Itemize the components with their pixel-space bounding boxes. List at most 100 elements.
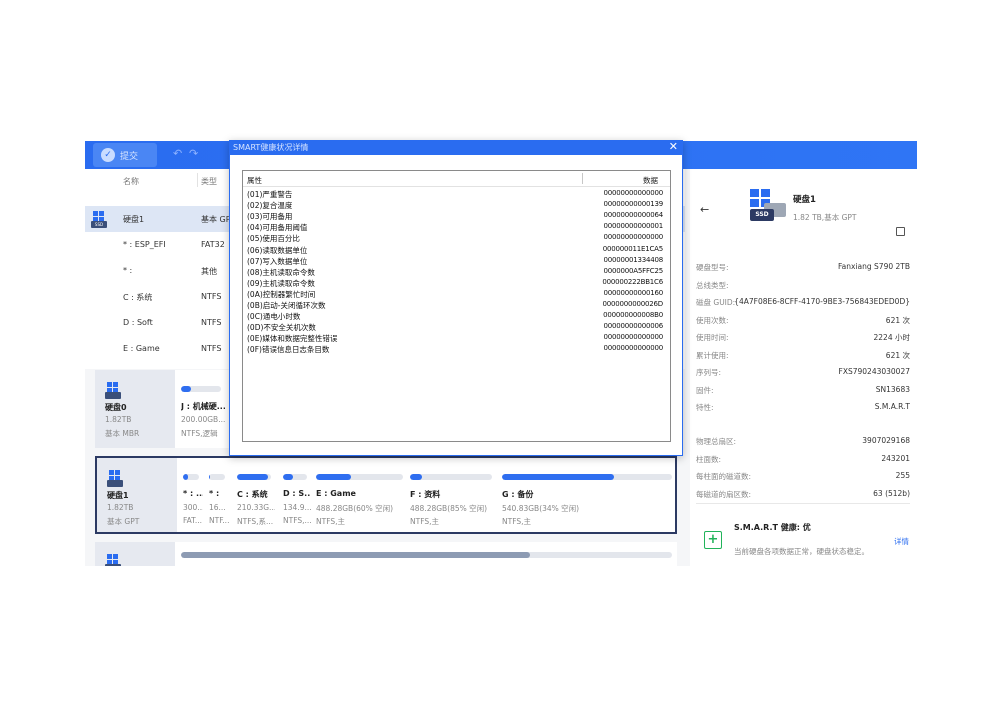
column-header-attribute[interactable]: 属性 [247,175,262,186]
check-icon: ✓ [101,148,115,162]
disk-name: 硬盘1 [107,491,129,500]
info-label: 硬盘型号: [696,263,729,272]
smart-attribute-row[interactable]: (0A)控制器繁忙时间 00000000000160 [247,289,663,300]
disk-map-disk2[interactable] [95,542,677,566]
partition-usage-fill [316,474,351,480]
partition-block[interactable]: G : 备份 540.83GB(34% 空闲) NTFS,主 [502,458,674,532]
partition-name: F : 资料 [410,490,441,499]
disk-size: 1.82TB [107,503,134,512]
partition-usage-fill [181,552,530,558]
info-row: 序列号: FXS790243030027 [696,367,910,381]
info-row: 总线类型: [696,280,910,294]
smart-details-dialog: SMART健康状况详情 ✕ 属性 数据 (01)严重警告 000000000000… [229,140,683,456]
ssd-label: SSD [750,209,774,221]
attribute-value: 00000000000006 [603,322,663,331]
attribute-name: (06)读取数据单位 [247,245,308,255]
smart-attribute-row[interactable]: (06)读取数据单位 000000011E1CA5 [247,245,663,256]
disk-summary[interactable]: 硬盘0 1.82TB 基本 MBR [95,370,175,448]
smart-details-link[interactable]: 详情 [894,536,909,547]
undo-icon[interactable]: ↶ [173,147,182,160]
smart-attribute-row[interactable]: (0B)启动-关闭循环次数 0000000000026D [247,300,663,311]
details-disk-name: 硬盘1 [793,195,816,205]
partition-usage-fill [181,386,191,392]
partition-usage-fill [502,474,615,480]
back-icon[interactable]: ← [700,203,709,216]
info-value: 3907029168 [862,436,910,445]
column-header-data[interactable]: 数据 [643,175,658,186]
info-value: 621 次 [885,315,910,325]
partition-usage-bar [410,474,492,480]
partition-block[interactable] [181,542,674,566]
smart-attribute-row[interactable]: (01)严重警告 00000000000000 [247,189,663,200]
column-header-type[interactable]: 类型 [201,176,217,187]
disk-icon: SSD [750,189,790,223]
info-label: 使用时间: [696,333,729,342]
attribute-value: 0000000A5FFC25 [603,266,664,275]
attribute-name: (07)写入数据单位 [247,256,308,266]
row-name: * : ESP_EFI [123,240,166,249]
attribute-name: (05)使用百分比 [247,234,300,244]
partition-block[interactable]: F : 资料 488.28GB(85% 空闲) NTFS,主 [410,458,494,532]
info-label: 使用次数: [696,315,729,325]
smart-attribute-row[interactable]: (04)可用备用阈值 00000000000001 [247,222,663,233]
smart-attribute-row[interactable]: (0D)不安全关机次数 00000000000006 [247,322,663,333]
disk-summary[interactable]: 硬盘1 1.82TB 基本 GPT [97,458,177,532]
partition-usage-fill [410,474,423,480]
attribute-value: 00000000000139 [603,200,663,209]
attribute-value: 00000000000064 [603,211,663,220]
details-disk-subtitle: 1.82 TB,基本 GPT [793,213,857,222]
partition-block[interactable]: E : Game 488.28GB(60% 空闲) NTFS,主 [316,458,405,532]
partition-block[interactable]: J : 机械硬... 200.00GB... NTFS,逻辑 [181,370,225,448]
partition-usage-bar [237,474,271,480]
submit-button[interactable]: ✓ 提交 [93,143,157,167]
info-label: 柱面数: [696,454,722,464]
close-icon[interactable]: ✕ [669,140,678,153]
attribute-name: (01)严重警告 [247,190,293,199]
smart-attribute-row[interactable]: (03)可用备用 00000000000064 [247,211,663,222]
info-label: 总线类型: [696,280,729,290]
partition-block[interactable]: * : ... 300... FAT... [183,458,203,532]
redo-icon[interactable]: ↷ [189,147,198,160]
partition-block[interactable]: D : S... 134.9... NTFS,... [283,458,311,532]
disk-kind: 基本 MBR [105,429,140,438]
info-label: 累计使用: [696,350,729,360]
row-name: 硬盘1 [123,215,145,224]
partition-fs: NTFS,系... [237,517,274,526]
partition-fs: NTFS,主 [410,517,440,526]
attribute-value: 00000000000001 [603,222,663,231]
partition-block[interactable]: C : 系统 210.33G... NTFS,系... [237,458,275,532]
partition-block[interactable]: * : 16... NTF... [209,458,229,532]
info-label: 每磁道的扇区数: [696,489,752,499]
dialog-titlebar: SMART健康状况详情 ✕ [230,140,682,155]
copy-icon[interactable] [896,227,905,236]
smart-attribute-row[interactable]: (08)主机读取命令数 0000000A5FFC25 [247,267,663,278]
info-row: 柱面数: 243201 [696,454,910,468]
partition-name: D : S... [283,489,311,498]
smart-attribute-row[interactable]: (07)写入数据单位 00000001334408 [247,256,663,267]
column-header-name[interactable]: 名称 [123,176,139,187]
smart-attribute-row[interactable]: (0E)媒体和数据完整性错误 00000000000000 [247,333,663,344]
row-name: * : [123,266,133,275]
disk-details-panel: ← SSD 硬盘1 1.82 TB,基本 GPT 硬盘型号: Fanxiang S… [690,169,917,566]
smart-attribute-row[interactable]: (05)使用百分比 00000000000000 [247,233,663,244]
attribute-value: 000000000008B0 [603,311,663,320]
info-row: 物理总扇区: 3907029168 [696,436,910,450]
info-row: 累计使用: 621 次 [696,350,910,364]
smart-attribute-row[interactable]: (02)复合温度 00000000000139 [247,200,663,211]
row-type: NTFS [201,344,222,353]
smart-attribute-row[interactable]: (0C)通电小时数 000000000008B0 [247,311,663,322]
partition-usage-fill [237,474,268,480]
smart-attribute-row[interactable]: (0F)错误信息日志条目数 00000000000000 [247,344,663,355]
smart-attribute-row[interactable]: (09)主机读取命令数 000000222BB1C6 [247,278,663,289]
attribute-value: 00000000000000 [603,344,663,353]
partition-usage-bar [181,386,221,392]
info-value: 243201 [881,453,910,463]
attribute-name: (0A)控制器繁忙时间 [247,289,316,299]
disk-map-disk1[interactable]: 硬盘1 1.82TB 基本 GPT * : ... 300... FAT... * :… [95,456,677,534]
info-row: 每磁道的扇区数: 63 (512b) [696,489,910,503]
disk-summary[interactable] [95,542,175,566]
info-row: 使用时间: 2224 小时 [696,332,910,346]
partition-size: 200.00GB... [181,415,225,424]
attribute-value: 00000000000000 [603,189,663,197]
column-divider [582,173,583,184]
